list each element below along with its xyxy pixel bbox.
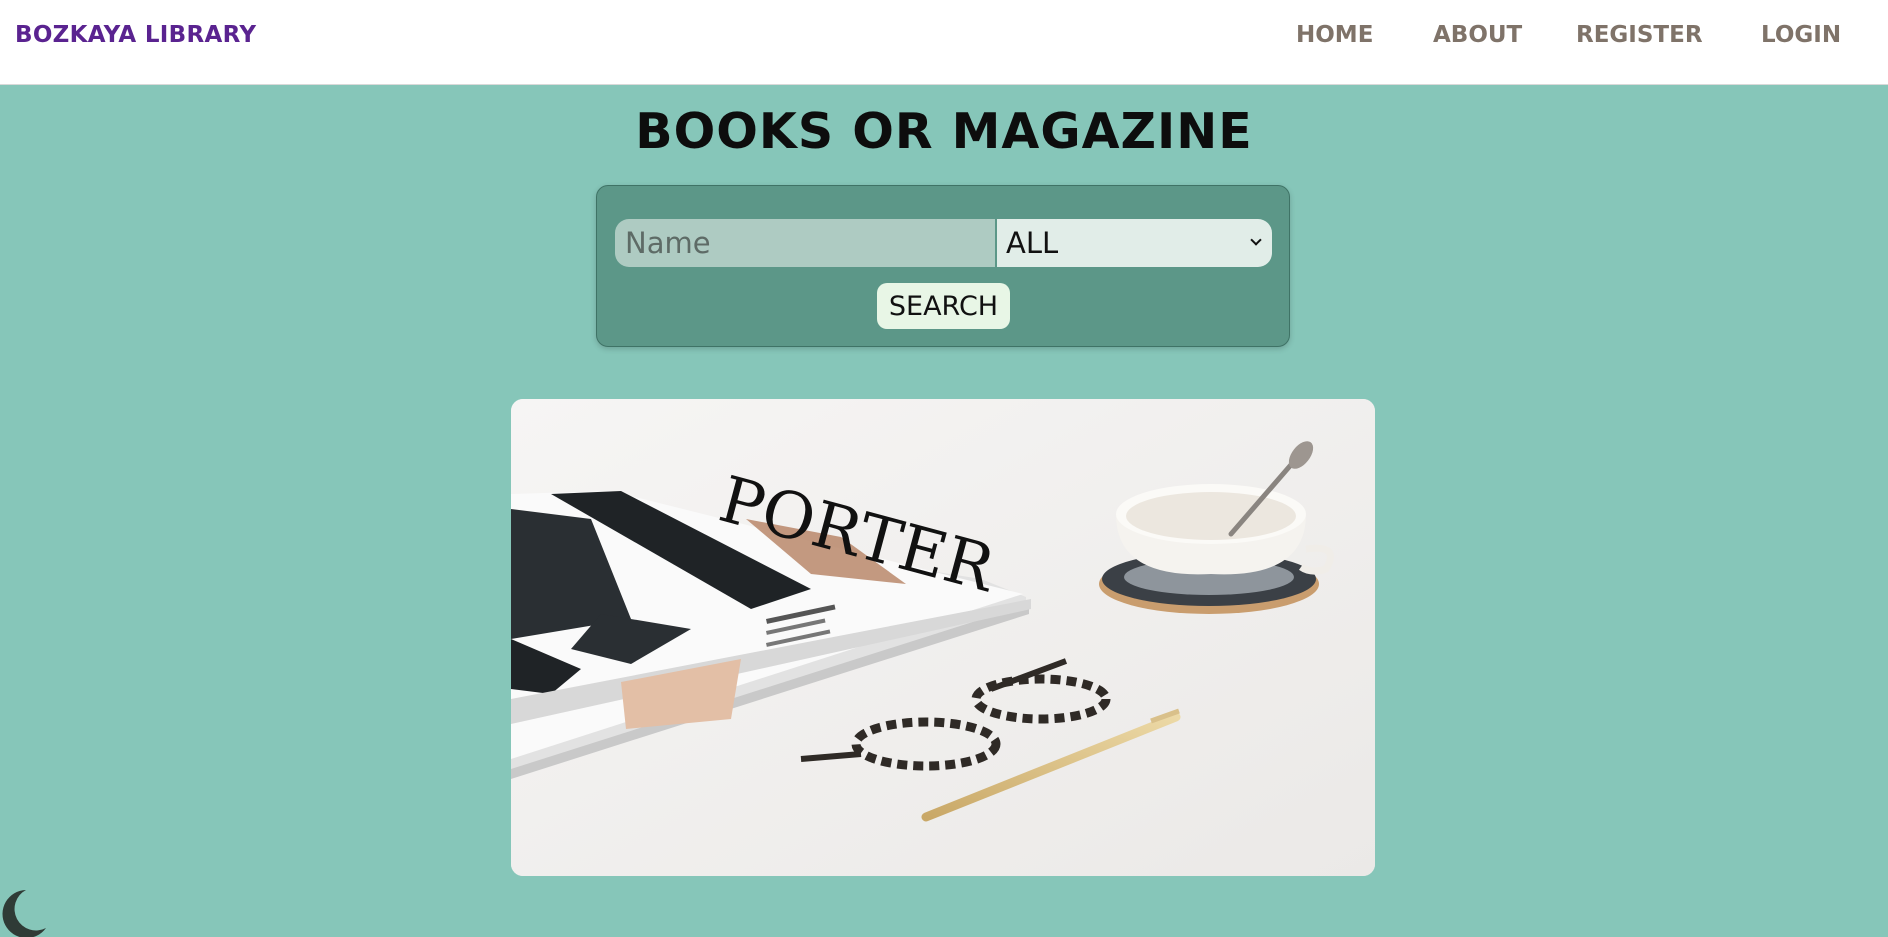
category-select[interactable]: ALL — [995, 219, 1272, 267]
nav-register-link[interactable]: REGISTER — [1576, 22, 1703, 48]
name-search-input[interactable] — [615, 219, 997, 267]
chevron-down-icon — [1250, 234, 1262, 246]
page-title: BOOKS OR MAGAZINE — [635, 103, 1253, 160]
nav-login-link[interactable]: LOGIN — [1761, 22, 1841, 48]
main-nav: HOME ABOUT REGISTER LOGIN — [0, 22, 1888, 62]
nav-about-link[interactable]: ABOUT — [1433, 22, 1522, 48]
hero-image: PORTER — [511, 399, 1375, 876]
hero-photo-illustration: PORTER — [511, 399, 1375, 876]
nav-home-link[interactable]: HOME — [1296, 22, 1373, 48]
search-button[interactable]: SEARCH — [877, 283, 1010, 329]
search-panel: ALL SEARCH — [596, 185, 1290, 347]
moon-icon[interactable] — [0, 884, 48, 937]
top-navbar: BOZKAYA LIBRARY HOME ABOUT REGISTER LOGI… — [0, 0, 1888, 85]
category-selected-value: ALL — [1006, 226, 1059, 260]
